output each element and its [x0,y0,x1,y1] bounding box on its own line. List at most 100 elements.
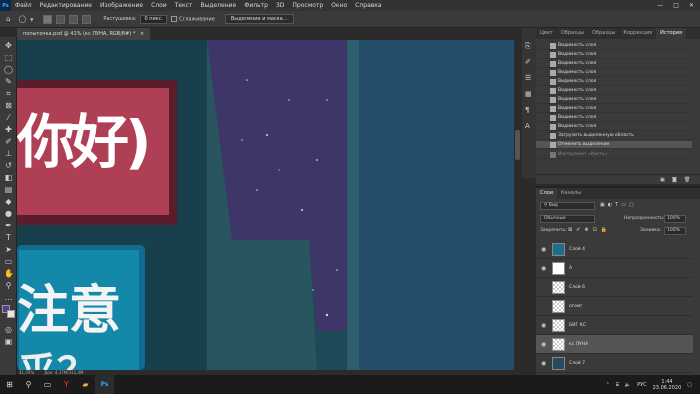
task-view-icon[interactable]: ▭ [38,375,57,394]
history-brush-tool-icon[interactable]: ↺ [4,161,13,170]
layer-row[interactable]: ◉ Слой 4 [536,240,693,259]
layer-row[interactable]: ◉ БИГ КС [536,316,693,335]
history-item[interactable]: Видимость слоя [536,114,692,122]
brush-panel-icon[interactable]: ✐ [525,58,531,66]
menu-filter[interactable]: Фильтр [240,2,272,9]
yandex-browser-icon[interactable]: Y [57,375,76,394]
language-indicator[interactable]: РУС [637,382,647,388]
eye-icon[interactable]: ◉ [541,265,546,272]
history-item[interactable]: Видимость слоя [536,51,692,59]
menu-window[interactable]: Окно [327,2,351,9]
background-color-swatch[interactable] [7,310,15,318]
start-button[interactable]: ⊞ [0,375,19,394]
document-tab[interactable]: попыточка.psd @ 41% (кс ЛУНА, RGB/8#) * … [17,28,151,40]
chevron-down-icon[interactable]: ▼ [30,17,33,22]
paragraph-panel-icon[interactable]: ¶ [525,106,529,114]
history-item[interactable]: Видимость слоя [536,96,692,104]
layer-row-selected[interactable]: ◉ кс ЛУНА [536,335,693,354]
photoshop-taskbar-icon[interactable]: Ps [95,375,114,394]
opacity-input[interactable]: 100% [664,215,686,223]
tab-history[interactable]: История [656,28,687,39]
eye-icon[interactable]: ◉ [541,360,546,367]
scrollbar-thumb[interactable] [515,130,520,160]
clock[interactable]: 1:44 23.06.2020 [653,379,682,391]
menu-view[interactable]: Просмотр [288,2,327,9]
blend-mode-select[interactable]: Обычные [540,215,595,223]
menu-help[interactable]: Справка [351,2,385,9]
menu-type[interactable]: Текст [171,2,197,9]
healing-tool-icon[interactable]: ✚ [4,125,13,134]
maximize-button[interactable]: □ [673,2,679,9]
home-icon[interactable]: ⌂ [6,15,10,23]
quick-mask-icon[interactable]: ◎ [4,325,13,334]
lock-icons[interactable]: ⊠✐✥⊡🔒 [568,227,611,233]
history-item[interactable]: Видимость слоя [536,60,692,68]
menu-select[interactable]: Выделение [196,2,240,9]
close-button[interactable]: ✕ [689,2,694,9]
subtract-selection-button[interactable] [69,14,79,24]
layer-row[interactable]: Слой 6 [536,278,693,297]
menu-image[interactable]: Изображение [96,2,147,9]
history-item-selected[interactable]: Отменить выделение [536,141,692,149]
file-explorer-icon[interactable]: ▰ [76,375,95,394]
lasso-tool-preset-icon[interactable]: ◯ [18,15,26,23]
eye-icon[interactable]: ◉ [541,341,546,348]
layer-row[interactable]: огомг [536,297,693,316]
intersect-selection-button[interactable] [82,14,92,24]
tab-color[interactable]: Цвет [536,28,557,39]
history-item-brush[interactable]: Инструмент «Кисть» [536,151,692,159]
properties-panel-icon[interactable]: ☰ [525,74,531,82]
brush-tool-icon[interactable]: ✐ [4,137,13,146]
camera-icon[interactable]: ◙ [672,177,677,183]
menu-file[interactable]: Файл [11,2,36,9]
select-and-mask-button[interactable]: Выделение и маска... [224,14,294,24]
layer-row[interactable]: ◉ А [536,259,693,278]
move-tool-icon[interactable]: ✥ [4,41,13,50]
fill-input[interactable]: 100% [664,227,686,235]
snapshot-icon[interactable]: ▣ [660,177,665,183]
layer-kind-filter[interactable]: ⚲ Вид [540,202,595,210]
feather-input[interactable]: 0 пикс. [140,14,168,24]
add-selection-button[interactable] [56,14,66,24]
gradient-tool-icon[interactable]: ▤ [4,185,13,194]
rectangle-tool-icon[interactable]: ▭ [4,257,13,266]
network-icon[interactable]: ⌸ [616,382,619,388]
eyedropper-tool-icon[interactable]: ⁄ [4,113,13,122]
quick-select-tool-icon[interactable]: ✎ [4,77,13,86]
type-tool-icon[interactable]: T [4,233,13,242]
tab-adjustments[interactable]: Коррекция [619,28,656,39]
history-item[interactable]: Видимость слоя [536,123,692,131]
history-item[interactable]: Загрузить выделенную область [536,132,692,140]
dodge-tool-icon[interactable]: ● [4,209,13,218]
history-item[interactable]: Видимость слоя [536,87,692,95]
tab-patterns[interactable]: Образцы [588,28,619,39]
antialias-checkbox[interactable]: Сглаживание [171,15,215,22]
crop-tool-icon[interactable]: ⌗ [4,89,13,98]
minimize-button[interactable]: — [657,2,663,9]
character-panel-icon[interactable]: A [525,122,530,130]
layer-comps-icon[interactable]: ▦ [525,90,532,98]
search-icon[interactable]: ⚲ [19,375,38,394]
frame-tool-icon[interactable]: ⊠ [4,101,13,110]
tab-channels[interactable]: Каналы [557,188,585,199]
menu-3d[interactable]: 3D [272,2,288,9]
chevron-up-icon[interactable]: ⌃ [606,382,610,388]
history-item[interactable]: Видимость слоя [536,78,692,86]
layer-filter-icons[interactable]: ▣◐T▭▢ [600,202,637,208]
more-tools-icon[interactable]: … [4,293,13,302]
notifications-icon[interactable]: ▢ [687,382,692,388]
pen-tool-icon[interactable]: ✒ [4,221,13,230]
menu-layers[interactable]: Слои [147,2,171,9]
menu-edit[interactable]: Редактирование [36,2,96,9]
canvas-scrollbar[interactable] [514,40,522,370]
marquee-tool-icon[interactable]: ⬚ [4,53,13,62]
tab-swatches[interactable]: Образцы [557,28,588,39]
hand-tool-icon[interactable]: ✋ [4,269,14,278]
eye-icon[interactable]: ◉ [541,322,546,329]
zoom-tool-icon[interactable]: ⚲ [4,281,13,290]
new-selection-button[interactable] [43,14,53,24]
lasso-tool-icon[interactable]: ◯ [4,65,13,74]
tab-layers[interactable]: Слои [536,188,557,199]
volume-icon[interactable]: 🔈 [625,382,631,388]
stamp-tool-icon[interactable]: ⊥ [4,149,13,158]
